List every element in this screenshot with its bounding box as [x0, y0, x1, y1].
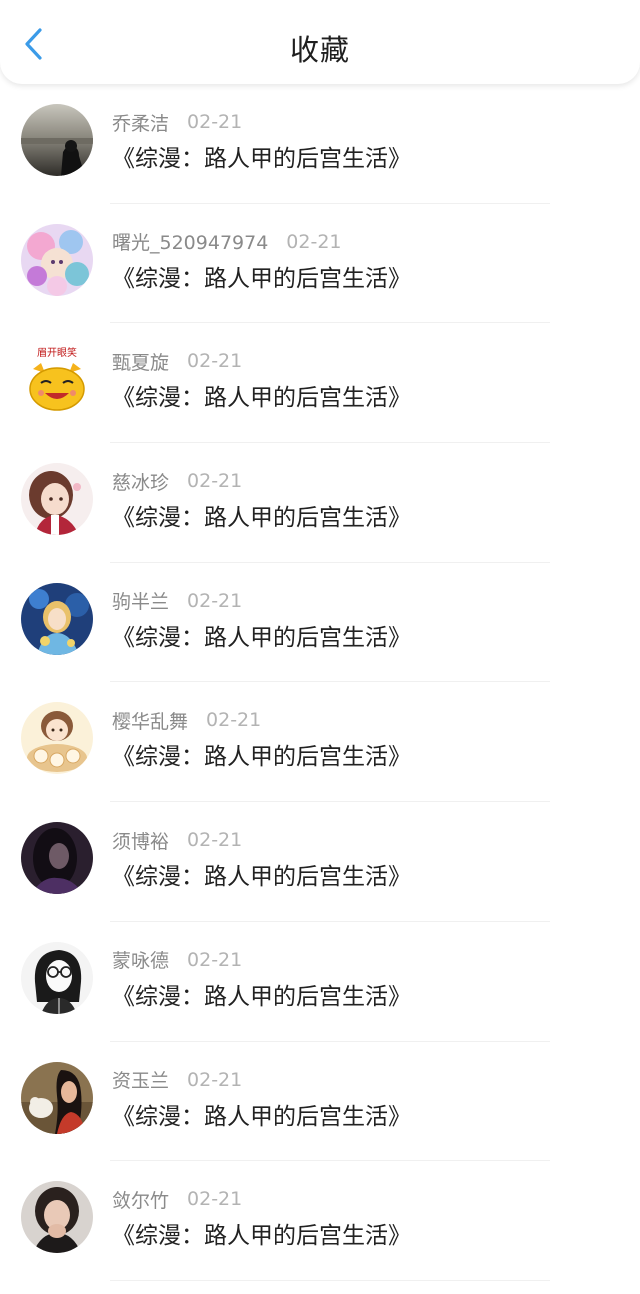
post-title[interactable]: 《综漫：路人甲的后宫生活》: [112, 740, 411, 774]
post-date: 02-21: [206, 709, 262, 732]
avatar[interactable]: [21, 822, 93, 895]
post-title[interactable]: 《综漫：路人甲的后宫生活》: [112, 501, 411, 535]
avatar[interactable]: [21, 941, 93, 1014]
list-item[interactable]: 曙光_520947974 02-21 《综漫：路人甲的后宫生活》: [0, 204, 640, 324]
avatar[interactable]: [21, 1181, 93, 1254]
post-date: 02-21: [187, 350, 243, 373]
list-item[interactable]: 樱华乱舞 02-21 《综漫：路人甲的后宫生活》: [0, 682, 640, 803]
post-date: 02-21: [187, 470, 243, 493]
post-date: 02-21: [187, 829, 243, 852]
avatar-image: [21, 104, 93, 176]
avatar-image: [21, 941, 93, 1014]
avatar[interactable]: [21, 104, 93, 176]
post-title[interactable]: 《综漫：路人甲的后宫生活》: [112, 1100, 411, 1134]
avatar-image: [21, 582, 93, 655]
avatar-caption: 眉开眼笑: [37, 346, 77, 359]
post-date: 02-21: [187, 589, 243, 612]
navigation-bar: 收藏: [0, 0, 640, 84]
user-name[interactable]: 乔柔洁: [112, 109, 169, 136]
avatar-image: [21, 1061, 93, 1134]
avatar-image: [21, 822, 93, 895]
post-date: 02-21: [187, 1188, 243, 1211]
list-item[interactable]: 慈冰珍 02-21 《综漫：路人甲的后宫生活》: [0, 443, 640, 563]
avatar[interactable]: [21, 223, 93, 296]
post-title[interactable]: 《综漫：路人甲的后宫生活》: [112, 1219, 411, 1253]
avatar-image: [21, 1181, 93, 1254]
post-title[interactable]: 《综漫：路人甲的后宫生活》: [112, 860, 411, 894]
user-name[interactable]: 资玉兰: [112, 1066, 169, 1093]
list-item[interactable]: 乔柔洁 02-21 《综漫：路人甲的后宫生活》: [0, 84, 640, 204]
post-date: 02-21: [187, 111, 243, 133]
avatar[interactable]: 眉开眼笑: [21, 343, 93, 416]
avatar[interactable]: [21, 702, 93, 775]
user-name[interactable]: 蒙咏德: [112, 946, 169, 973]
post-date: 02-21: [187, 948, 243, 971]
avatar[interactable]: [21, 1061, 93, 1134]
avatar-image: [21, 223, 93, 296]
avatar-image: 眉开眼笑: [21, 343, 93, 416]
post-title[interactable]: 《综漫：路人甲的后宫生活》: [112, 980, 411, 1014]
page-title: 收藏: [289, 33, 350, 67]
user-name[interactable]: 慈冰珍: [112, 468, 169, 495]
divider: [110, 1279, 550, 1281]
favorites-page: 收藏 乔柔洁 02-21 《综漫：路人甲的后宫生活》 曙光_520947974 …: [0, 0, 640, 1294]
list-item[interactable]: 敛尔竹 02-21 《综漫：路人甲的后宫生活》: [0, 1161, 640, 1281]
post-title[interactable]: 《综漫：路人甲的后宫生活》: [112, 262, 411, 296]
user-name[interactable]: 曙光_520947974: [112, 228, 268, 255]
favorites-list: 乔柔洁 02-21 《综漫：路人甲的后宫生活》 曙光_520947974 02-…: [0, 84, 640, 1281]
post-date: 02-21: [286, 230, 342, 253]
user-name[interactable]: 须博裕: [112, 827, 169, 854]
user-name[interactable]: 樱华乱舞: [112, 707, 188, 734]
avatar[interactable]: [21, 582, 93, 655]
user-name[interactable]: 驹半兰: [112, 587, 169, 614]
list-item[interactable]: 驹半兰 02-21 《综漫：路人甲的后宫生活》: [0, 563, 640, 683]
user-name[interactable]: 敛尔竹: [112, 1186, 169, 1213]
list-item[interactable]: 须博裕 02-21 《综漫：路人甲的后宫生活》: [0, 802, 640, 922]
post-date: 02-21: [187, 1068, 243, 1091]
post-title[interactable]: 《综漫：路人甲的后宫生活》: [112, 381, 411, 415]
avatar-image: [21, 702, 93, 775]
avatar-image: [21, 463, 93, 536]
post-title[interactable]: 《综漫：路人甲的后宫生活》: [112, 142, 411, 176]
user-name[interactable]: 甄夏旋: [112, 348, 169, 375]
list-item[interactable]: 眉开眼笑 甄夏旋 02-21 《综漫：路人甲的后宫生活》: [0, 323, 640, 444]
post-title[interactable]: 《综漫：路人甲的后宫生活》: [112, 621, 411, 655]
avatar[interactable]: [21, 463, 93, 536]
list-item[interactable]: 资玉兰 02-21 《综漫：路人甲的后宫生活》: [0, 1042, 640, 1162]
list-item[interactable]: 蒙咏德 02-21 《综漫：路人甲的后宫生活》: [0, 922, 640, 1042]
